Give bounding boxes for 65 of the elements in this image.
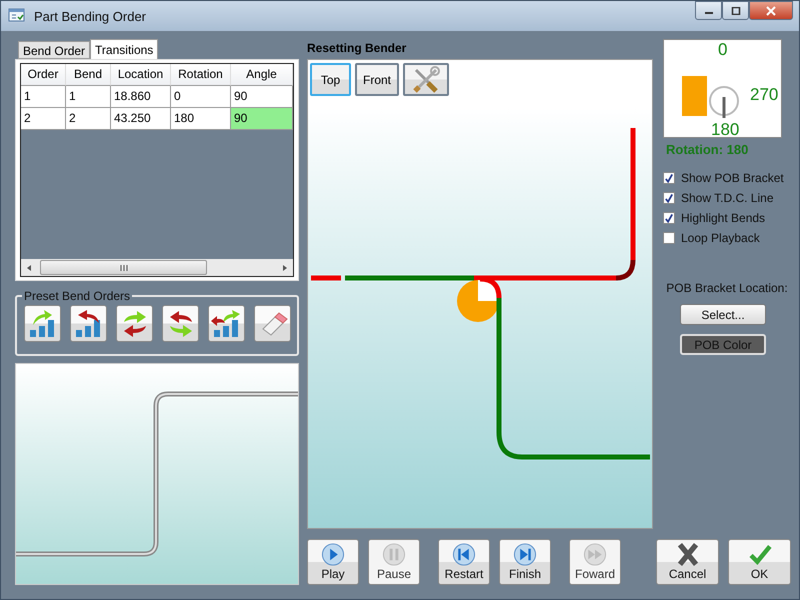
play-icon: [320, 542, 346, 567]
column-header[interactable]: Angle: [231, 64, 293, 86]
checkbox[interactable]: [663, 232, 675, 244]
horizontal-scrollbar[interactable]: [20, 259, 294, 277]
preset-button[interactable]: [24, 305, 61, 342]
checkbox[interactable]: [663, 192, 675, 204]
table-cell: 18.860: [111, 86, 171, 108]
select-button[interactable]: Select...: [680, 304, 766, 325]
grip-icon: [118, 264, 128, 272]
close-icon: [765, 6, 777, 16]
bracket-icon: [682, 76, 707, 116]
group-title: Preset Bend Orders: [23, 289, 132, 303]
minimize-button[interactable]: [695, 1, 722, 20]
option-checkbox[interactable]: Show T.D.C. Line: [663, 191, 791, 205]
table-cell: 1: [21, 86, 66, 108]
maximize-icon: [730, 6, 740, 14]
ok-button[interactable]: OK: [728, 539, 791, 585]
cancel-button[interactable]: Cancel: [656, 539, 719, 585]
playback-button[interactable]: Restart: [438, 539, 490, 585]
tools-icon: [411, 66, 442, 94]
pause-icon: [381, 542, 407, 567]
checkbox[interactable]: [663, 212, 675, 224]
table-cell: 1: [66, 86, 111, 108]
window-title: Part Bending Order: [34, 8, 146, 24]
playback-button[interactable]: Play: [307, 539, 359, 585]
close-button[interactable]: [749, 1, 793, 20]
playback-button[interactable]: Finish: [499, 539, 551, 585]
option-checkbox[interactable]: Loop Playback: [663, 231, 791, 245]
view-button[interactable]: Top: [310, 63, 351, 96]
table-cell: 2: [66, 108, 111, 130]
dial-label: 0: [718, 41, 728, 58]
option-checkbox[interactable]: Highlight Bends: [663, 211, 791, 225]
option-checkbox[interactable]: Show POB Bracket: [663, 171, 791, 185]
column-header[interactable]: Rotation: [171, 64, 231, 86]
skip-forward-icon: [512, 542, 538, 567]
dial-indicator-icon: [709, 86, 739, 118]
preset-button[interactable]: [254, 305, 291, 342]
rotation-readout: Rotation: 180: [665, 142, 750, 157]
dial-label: 180: [711, 121, 740, 138]
maximize-button[interactable]: [722, 1, 749, 20]
preset-button[interactable]: [162, 305, 199, 342]
fast-forward-icon: [582, 542, 608, 567]
dial-label: 270: [750, 86, 778, 103]
column-header[interactable]: Location: [111, 64, 171, 86]
tools-button[interactable]: [403, 63, 450, 96]
column-header[interactable]: Order: [21, 64, 66, 86]
bars-arrows-icon: [210, 308, 242, 338]
table-cell: 90: [231, 86, 293, 108]
column-header[interactable]: Bend: [66, 64, 111, 86]
table-cell: 0: [171, 86, 231, 108]
table-cell: 2: [21, 108, 66, 130]
tab[interactable]: Bend Order: [18, 41, 90, 59]
preset-button[interactable]: [70, 305, 107, 342]
pob-location-label: POB Bracket Location:: [665, 281, 789, 295]
table-cell: 43.250: [111, 108, 171, 130]
view-button[interactable]: Front: [355, 63, 400, 96]
view-title: Resetting Bender: [307, 40, 408, 57]
table-cell: 90: [231, 108, 293, 130]
app-icon: [8, 8, 26, 24]
skip-back-icon: [451, 542, 477, 567]
preset-button[interactable]: [116, 305, 153, 342]
checkbox[interactable]: [663, 172, 675, 184]
preset-button[interactable]: [208, 305, 245, 342]
tab[interactable]: Transitions: [90, 39, 158, 59]
table-cell: 180: [171, 108, 231, 130]
